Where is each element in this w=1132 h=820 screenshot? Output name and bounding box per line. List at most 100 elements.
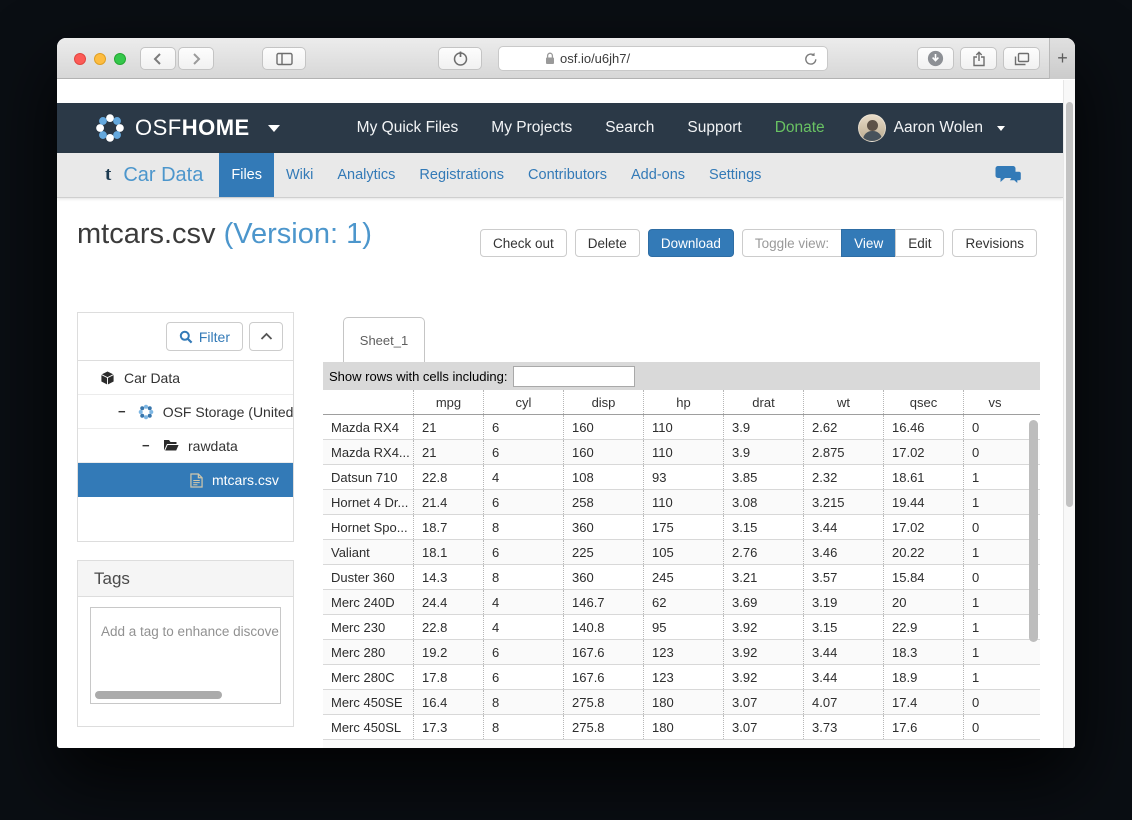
- collapse-panel-button[interactable]: [249, 322, 283, 351]
- data-cell: 123: [643, 665, 723, 689]
- osf-home-brand[interactable]: OSFHOME: [95, 113, 280, 143]
- sheet-tab[interactable]: Sheet_1: [343, 317, 425, 362]
- forward-button[interactable]: [178, 47, 214, 70]
- zoom-window-button[interactable]: [114, 53, 126, 65]
- close-window-button[interactable]: [74, 53, 86, 65]
- minimize-window-button[interactable]: [94, 53, 106, 65]
- download-button[interactable]: Download: [648, 229, 734, 257]
- nav-my-projects[interactable]: My Projects: [491, 119, 572, 137]
- tab-contributors[interactable]: Contributors: [516, 153, 619, 197]
- revisions-button[interactable]: Revisions: [952, 229, 1037, 257]
- sidebar-toggle-button[interactable]: [262, 47, 306, 70]
- collapse-node-icon[interactable]: −: [142, 438, 154, 453]
- edit-button[interactable]: Edit: [895, 229, 944, 257]
- data-cell: 15.84: [883, 565, 963, 589]
- file-title: mtcars.csv (Version: 1): [77, 218, 372, 251]
- data-cell: 6: [483, 665, 563, 689]
- extension-button[interactable]: [438, 47, 482, 70]
- tab-files[interactable]: Files: [219, 153, 274, 197]
- tags-hscrollbar-thumb[interactable]: [95, 691, 222, 699]
- row-name-cell: Hornet 4 Dr...: [323, 490, 413, 514]
- nav-my-quick-files[interactable]: My Quick Files: [357, 119, 459, 137]
- file-icon: [190, 473, 203, 488]
- data-cell: 1: [963, 615, 1026, 639]
- column-header-disp[interactable]: disp: [563, 390, 643, 414]
- delete-button[interactable]: Delete: [575, 229, 640, 257]
- tree-node-osf-storage[interactable]: − OSF Storage (United ...: [78, 395, 293, 429]
- table-row[interactable]: Merc 23022.84140.8953.923.1522.91: [323, 615, 1040, 640]
- nav-support[interactable]: Support: [687, 119, 741, 137]
- tab-registrations[interactable]: Registrations: [407, 153, 516, 197]
- table-row[interactable]: Merc 450SE16.48275.81803.074.0717.40: [323, 690, 1040, 715]
- user-caret-icon: [997, 126, 1005, 131]
- url-bar[interactable]: osf.io/u6jh7/: [498, 46, 828, 71]
- table-row[interactable]: Datsun 71022.84108933.852.3218.611: [323, 465, 1040, 490]
- data-cell: 3.44: [803, 640, 883, 664]
- share-button[interactable]: [960, 47, 997, 70]
- data-cell: 0: [963, 440, 1026, 464]
- data-cell: 3.19: [803, 590, 883, 614]
- column-header-qsec[interactable]: qsec: [883, 390, 963, 414]
- table-row[interactable]: Hornet 4 Dr...21.462581103.083.21519.441: [323, 490, 1040, 515]
- tags-input[interactable]: Add a tag to enhance discove: [90, 607, 281, 704]
- tab-settings[interactable]: Settings: [697, 153, 773, 197]
- column-header-cyl[interactable]: cyl: [483, 390, 563, 414]
- grid-scrollbar-thumb[interactable]: [1029, 420, 1038, 642]
- data-cell: 0: [963, 690, 1026, 714]
- data-cell: 8: [483, 565, 563, 589]
- search-icon: [179, 330, 193, 344]
- table-row[interactable]: Merc 240D24.44146.7623.693.19201: [323, 590, 1040, 615]
- osf-logo-icon: [95, 113, 125, 143]
- table-row[interactable]: Merc 450SL17.38275.81803.073.7317.60: [323, 715, 1040, 740]
- data-cell: 6: [483, 540, 563, 564]
- nav-donate[interactable]: Donate: [775, 119, 825, 137]
- filter-button[interactable]: Filter: [166, 322, 243, 351]
- check-out-button[interactable]: Check out: [480, 229, 567, 257]
- table-row[interactable]: Mazda RX42161601103.92.6216.460: [323, 415, 1040, 440]
- grid-filter-input[interactable]: [513, 366, 635, 387]
- column-header-rownames[interactable]: [323, 390, 413, 414]
- view-button[interactable]: View: [841, 229, 896, 257]
- table-row[interactable]: Merc 28019.26167.61233.923.4418.31: [323, 640, 1040, 665]
- data-cell: 19.2: [413, 640, 483, 664]
- user-menu[interactable]: Aaron Wolen: [858, 114, 1005, 142]
- data-cell: 167.6: [563, 665, 643, 689]
- column-header-vs[interactable]: vs: [963, 390, 1026, 414]
- nav-search[interactable]: Search: [605, 119, 654, 137]
- page: OSFHOME My Quick Files My Projects Searc…: [57, 80, 1075, 748]
- tree-node-mtcars-selected[interactable]: mtcars.csv: [78, 463, 293, 497]
- table-row[interactable]: Valiant18.162251052.763.4620.221: [323, 540, 1040, 565]
- comments-button[interactable]: [995, 163, 1023, 192]
- table-row[interactable]: Merc 280C17.86167.61233.923.4418.91: [323, 665, 1040, 690]
- tab-addons[interactable]: Add-ons: [619, 153, 697, 197]
- data-cell: 2.875: [803, 440, 883, 464]
- page-scrollbar[interactable]: [1063, 80, 1075, 748]
- page-scrollbar-thumb[interactable]: [1066, 102, 1073, 507]
- column-header-drat[interactable]: drat: [723, 390, 803, 414]
- column-header-mpg[interactable]: mpg: [413, 390, 483, 414]
- tree-node-rawdata[interactable]: − rawdata: [78, 429, 293, 463]
- column-header-hp[interactable]: hp: [643, 390, 723, 414]
- tab-analytics[interactable]: Analytics: [325, 153, 407, 197]
- project-toggle-icon[interactable]: t: [105, 164, 111, 186]
- table-row[interactable]: Hornet Spo...18.783601753.153.4417.020: [323, 515, 1040, 540]
- tree-node-project[interactable]: Car Data: [78, 361, 293, 395]
- table-row[interactable]: Mazda RX4...2161601103.92.87517.020: [323, 440, 1040, 465]
- back-button[interactable]: [140, 47, 176, 70]
- grid-body: Mazda RX42161601103.92.6216.460Mazda RX4…: [323, 415, 1040, 740]
- downloads-button[interactable]: [917, 47, 954, 70]
- toggle-view-group: Toggle view: View Edit: [742, 229, 945, 257]
- tab-wiki[interactable]: Wiki: [274, 153, 325, 197]
- collapse-node-icon[interactable]: −: [118, 404, 129, 419]
- data-cell: 18.3: [883, 640, 963, 664]
- project-title-link[interactable]: Car Data: [123, 164, 203, 187]
- new-tab-button[interactable]: +: [1049, 38, 1075, 79]
- data-cell: 0: [963, 565, 1026, 589]
- table-row[interactable]: Duster 36014.383602453.213.5715.840: [323, 565, 1040, 590]
- data-cell: 1: [963, 590, 1026, 614]
- row-name-cell: Mazda RX4: [323, 415, 413, 439]
- tab-overview-button[interactable]: [1003, 47, 1040, 70]
- column-header-wt[interactable]: wt: [803, 390, 883, 414]
- reload-button[interactable]: [803, 51, 819, 70]
- user-avatar: [858, 114, 886, 142]
